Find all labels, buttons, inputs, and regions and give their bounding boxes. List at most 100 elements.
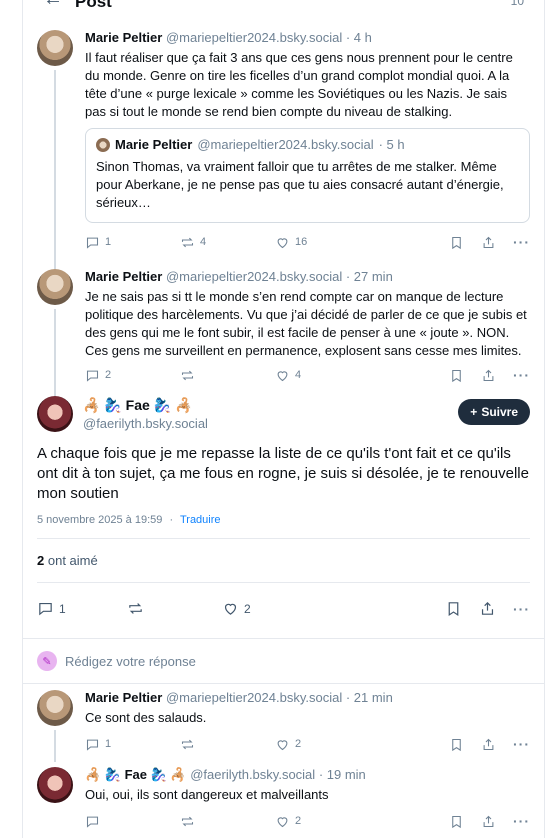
- avatar[interactable]: [37, 767, 73, 803]
- likes-label: ont aimé: [47, 553, 98, 568]
- bookmark-icon: [452, 369, 461, 382]
- author-handle[interactable]: @faerilyth.bsky.social: [83, 416, 208, 431]
- author-handle[interactable]: @faerilyth.bsky.social: [190, 767, 315, 782]
- share-button[interactable]: [481, 368, 496, 383]
- more-icon: ···: [513, 600, 530, 617]
- bookmark-button[interactable]: [449, 368, 464, 383]
- thread-post[interactable]: Marie Peltier @mariepeltier2024.bsky.soc…: [23, 269, 544, 403]
- like-button[interactable]: 2: [275, 737, 405, 752]
- heart-icon: [224, 603, 237, 615]
- author-display-name[interactable]: 🦂 🧞‍♀️ Fae 🧞‍♀️ 🦂: [83, 397, 208, 414]
- quote-author-name: Marie Peltier: [115, 137, 193, 152]
- reply-post[interactable]: 🦂 🧞‍♀️ Fae 🧞‍♀️ 🦂 @faerilyth.bsky.social…: [23, 767, 544, 834]
- like-count: 2: [244, 601, 251, 616]
- reply-button[interactable]: 2: [85, 368, 180, 383]
- post-thread-column: ← Post 10 Marie Peltier @mariepeltier202…: [22, 0, 545, 838]
- focused-post-actions: 1 2 ···: [37, 582, 530, 634]
- avatar[interactable]: [37, 690, 73, 726]
- repost-icon: [181, 739, 194, 749]
- repost-button[interactable]: [180, 737, 275, 752]
- author-name[interactable]: Marie Peltier: [85, 30, 162, 45]
- top-bar: ← Post 10: [23, 0, 544, 12]
- thread-post[interactable]: Marie Peltier @mariepeltier2024.bsky.soc…: [23, 30, 544, 280]
- reply-button[interactable]: 1: [37, 600, 127, 617]
- share-button[interactable]: [481, 235, 496, 250]
- focused-post: 🦂 🧞‍♀️ Fae 🧞‍♀️ 🦂 @faerilyth.bsky.social…: [23, 394, 544, 634]
- reply-composer[interactable]: ✎ Rédigez votre réponse: [23, 638, 544, 684]
- back-arrow-icon[interactable]: ←: [43, 0, 63, 11]
- post-time[interactable]: · 19 min: [319, 767, 366, 782]
- post-time[interactable]: · 27 min: [346, 269, 393, 284]
- compose-icon: ✎: [37, 651, 57, 671]
- author-handle[interactable]: @mariepeltier2024.bsky.social: [166, 269, 342, 284]
- reply-icon: [39, 602, 52, 616]
- reply-count: 2: [105, 369, 112, 381]
- repost-icon: [181, 816, 194, 826]
- reply-button[interactable]: 1: [85, 737, 180, 752]
- repost-button[interactable]: [127, 600, 222, 617]
- reply-count: 1: [59, 601, 66, 616]
- author-name[interactable]: Marie Peltier: [85, 269, 162, 284]
- more-button[interactable]: ···: [513, 813, 530, 829]
- share-button[interactable]: [481, 814, 496, 829]
- reply-button[interactable]: 1: [85, 235, 180, 250]
- author-names: 🦂 🧞‍♀️ Fae 🧞‍♀️ 🦂 @faerilyth.bsky.social: [83, 397, 208, 431]
- bookmark-button[interactable]: [449, 737, 464, 752]
- share-button[interactable]: [479, 600, 496, 617]
- likes-count: 2: [37, 553, 45, 568]
- translate-link[interactable]: Traduire: [180, 514, 221, 526]
- quoted-post[interactable]: Marie Peltier @mariepeltier2024.bsky.soc…: [85, 128, 530, 223]
- more-button[interactable]: ···: [513, 736, 530, 752]
- heart-icon: [277, 816, 288, 827]
- like-button[interactable]: 2: [275, 814, 405, 829]
- post-actions: 1 2 ···: [85, 731, 530, 757]
- like-count: 4: [295, 369, 302, 381]
- like-button[interactable]: 4: [275, 368, 405, 383]
- like-button[interactable]: 16: [275, 235, 405, 250]
- avatar[interactable]: [37, 396, 73, 432]
- bookmark-button[interactable]: [449, 235, 464, 250]
- bookmark-button[interactable]: [445, 600, 462, 617]
- more-button[interactable]: ···: [513, 601, 530, 617]
- share-icon: [483, 815, 494, 827]
- bookmark-button[interactable]: [449, 814, 464, 829]
- reply-button[interactable]: [85, 814, 180, 829]
- bookmark-icon: [452, 738, 461, 751]
- reply-post[interactable]: Marie Peltier @mariepeltier2024.bsky.soc…: [23, 690, 544, 762]
- share-icon: [483, 369, 494, 381]
- share-button[interactable]: [481, 737, 496, 752]
- post-time[interactable]: · 4 h: [346, 30, 372, 45]
- post-time[interactable]: · 21 min: [346, 690, 393, 705]
- avatar[interactable]: [37, 30, 73, 66]
- avatar[interactable]: [37, 269, 73, 305]
- reply-icon: [86, 816, 99, 828]
- repost-button[interactable]: [180, 814, 275, 829]
- page-title: Post: [75, 0, 112, 11]
- post-actions: 2 4 ···: [85, 362, 530, 388]
- likes-summary[interactable]: 2 ont aimé: [37, 538, 530, 568]
- more-button[interactable]: ···: [513, 367, 530, 383]
- repost-button[interactable]: [180, 368, 275, 383]
- thread-line: [54, 309, 56, 403]
- post-text: Oui, oui, ils sont dangereux et malveill…: [85, 787, 329, 802]
- more-button[interactable]: ···: [513, 234, 530, 250]
- author-name[interactable]: 🦂 🧞‍♀️ Fae 🧞‍♀️ 🦂: [85, 767, 187, 782]
- share-icon: [483, 738, 494, 750]
- post-actions: 1 4 16 ···: [85, 229, 530, 255]
- like-button[interactable]: 2: [222, 600, 342, 617]
- bookmark-icon: [452, 815, 461, 828]
- author-name[interactable]: Marie Peltier: [85, 690, 162, 705]
- author-handle[interactable]: @mariepeltier2024.bsky.social: [166, 30, 342, 45]
- repost-button[interactable]: 4: [180, 235, 275, 250]
- heart-icon: [277, 739, 288, 750]
- share-icon: [481, 601, 494, 615]
- more-icon: ···: [513, 367, 530, 383]
- quote-time: · 5 h: [378, 137, 405, 152]
- quote-header: Marie Peltier @mariepeltier2024.bsky.soc…: [96, 137, 519, 153]
- heart-icon: [277, 237, 288, 248]
- composer-placeholder[interactable]: Rédigez votre réponse: [65, 654, 196, 669]
- repost-icon: [181, 370, 194, 380]
- follow-button[interactable]: + Suivre: [458, 399, 530, 425]
- author-handle[interactable]: @mariepeltier2024.bsky.social: [166, 690, 342, 705]
- reply-icon: [86, 370, 99, 382]
